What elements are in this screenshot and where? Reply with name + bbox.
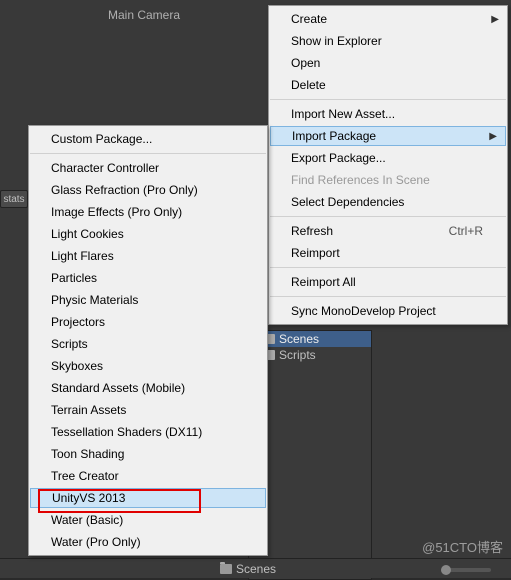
stats-button[interactable]: stats <box>0 190 28 208</box>
menu-item-label: Projectors <box>51 315 105 329</box>
menu-item-select-dependencies[interactable]: Select Dependencies <box>269 191 507 213</box>
submenu-item-unityvs-2013[interactable]: UnityVS 2013 <box>30 488 266 508</box>
submenu-item-toon-shading[interactable]: Toon Shading <box>29 443 267 465</box>
folder-icon <box>220 564 232 574</box>
submenu-item-water-basic[interactable]: Water (Basic) <box>29 509 267 531</box>
menu-item-find-references-in-scene: Find References In Scene <box>269 169 507 191</box>
menu-item-label: Show in Explorer <box>291 34 382 48</box>
menu-separator <box>270 99 506 100</box>
menu-item-export-package[interactable]: Export Package... <box>269 147 507 169</box>
menu-item-label: Reimport <box>291 246 340 260</box>
menu-item-label: Physic Materials <box>51 293 138 307</box>
menu-item-label: Character Controller <box>51 161 159 175</box>
submenu-item-standard-assets-mobile[interactable]: Standard Assets (Mobile) <box>29 377 267 399</box>
submenu-item-scripts[interactable]: Scripts <box>29 333 267 355</box>
menu-item-label: Create <box>291 12 327 26</box>
menu-item-label: Refresh <box>291 224 333 238</box>
menu-item-show-in-explorer[interactable]: Show in Explorer <box>269 30 507 52</box>
menu-item-label: Standard Assets (Mobile) <box>51 381 185 395</box>
menu-item-import-new-asset[interactable]: Import New Asset... <box>269 103 507 125</box>
menu-item-label: Light Cookies <box>51 227 124 241</box>
menu-item-reimport[interactable]: Reimport <box>269 242 507 264</box>
submenu-item-terrain-assets[interactable]: Terrain Assets <box>29 399 267 421</box>
submenu-arrow-icon: ▶ <box>489 131 497 142</box>
menu-item-reimport-all[interactable]: Reimport All <box>269 271 507 293</box>
zoom-slider[interactable] <box>441 568 491 572</box>
menu-item-delete[interactable]: Delete <box>269 74 507 96</box>
menu-item-label: Water (Basic) <box>51 513 123 527</box>
menu-item-label: Sync MonoDevelop Project <box>291 304 436 318</box>
menu-item-label: Find References In Scene <box>291 173 430 187</box>
menu-item-label: Open <box>291 56 320 70</box>
hierarchy-item-main-camera[interactable]: Main Camera <box>108 8 180 22</box>
menu-separator <box>270 296 506 297</box>
menu-item-refresh[interactable]: Refresh Ctrl+R <box>269 220 507 242</box>
menu-item-import-package[interactable]: Import Package ▶ <box>270 126 506 146</box>
menu-item-sync-monodevelop-project[interactable]: Sync MonoDevelop Project <box>269 300 507 322</box>
menu-separator <box>270 267 506 268</box>
menu-item-label: Terrain Assets <box>51 403 126 417</box>
submenu-item-projectors[interactable]: Projectors <box>29 311 267 333</box>
zoom-slider-thumb[interactable] <box>441 565 451 575</box>
menu-item-label: Glass Refraction (Pro Only) <box>51 183 198 197</box>
submenu-arrow-icon: ▶ <box>491 14 499 25</box>
context-menu-import-package: Custom Package... Character Controller Gla… <box>28 125 268 556</box>
menu-item-label: Particles <box>51 271 97 285</box>
menu-item-label: Skyboxes <box>51 359 103 373</box>
menu-item-label: Toon Shading <box>51 447 124 461</box>
menu-item-label: Light Flares <box>51 249 114 263</box>
breadcrumb-path[interactable]: Scenes <box>236 562 276 576</box>
context-menu-main: Create ▶ Show in Explorer Open Delete Import … <box>268 5 508 325</box>
menu-item-label: Custom Package... <box>51 132 152 146</box>
submenu-item-tree-creator[interactable]: Tree Creator <box>29 465 267 487</box>
submenu-item-light-flares[interactable]: Light Flares <box>29 245 267 267</box>
submenu-item-physic-materials[interactable]: Physic Materials <box>29 289 267 311</box>
menu-item-label: UnityVS 2013 <box>52 491 125 505</box>
menu-item-label: Image Effects (Pro Only) <box>51 205 182 219</box>
menu-item-label: Import New Asset... <box>291 107 395 121</box>
submenu-item-skyboxes[interactable]: Skyboxes <box>29 355 267 377</box>
submenu-item-light-cookies[interactable]: Light Cookies <box>29 223 267 245</box>
submenu-item-particles[interactable]: Particles <box>29 267 267 289</box>
watermark: @51CTO博客 <box>422 537 503 556</box>
submenu-item-image-effects-pro-only[interactable]: Image Effects (Pro Only) <box>29 201 267 223</box>
menu-item-label: Scripts <box>51 337 88 351</box>
folder-label: Scenes <box>279 332 319 346</box>
submenu-item-character-controller[interactable]: Character Controller <box>29 157 267 179</box>
menu-item-label: Tree Creator <box>51 469 119 483</box>
menu-item-label: Tessellation Shaders (DX11) <box>51 425 202 439</box>
submenu-item-custom-package[interactable]: Custom Package... <box>29 128 267 150</box>
bottom-bar: Scenes <box>0 558 511 578</box>
submenu-item-water-pro-only[interactable]: Water (Pro Only) <box>29 531 267 553</box>
menu-item-shortcut: Ctrl+R <box>419 224 483 238</box>
submenu-item-glass-refraction-pro-only[interactable]: Glass Refraction (Pro Only) <box>29 179 267 201</box>
menu-separator <box>270 216 506 217</box>
menu-item-label: Export Package... <box>291 151 386 165</box>
menu-item-label: Reimport All <box>291 275 356 289</box>
menu-item-open[interactable]: Open <box>269 52 507 74</box>
menu-item-label: Import Package <box>292 129 376 143</box>
menu-separator <box>30 153 266 154</box>
menu-item-create[interactable]: Create ▶ <box>269 8 507 30</box>
menu-item-label: Select Dependencies <box>291 195 404 209</box>
menu-item-label: Delete <box>291 78 326 92</box>
submenu-item-tessellation-shaders-dx11[interactable]: Tessellation Shaders (DX11) <box>29 421 267 443</box>
menu-item-label: Water (Pro Only) <box>51 535 141 549</box>
folder-label: Scripts <box>279 348 316 362</box>
